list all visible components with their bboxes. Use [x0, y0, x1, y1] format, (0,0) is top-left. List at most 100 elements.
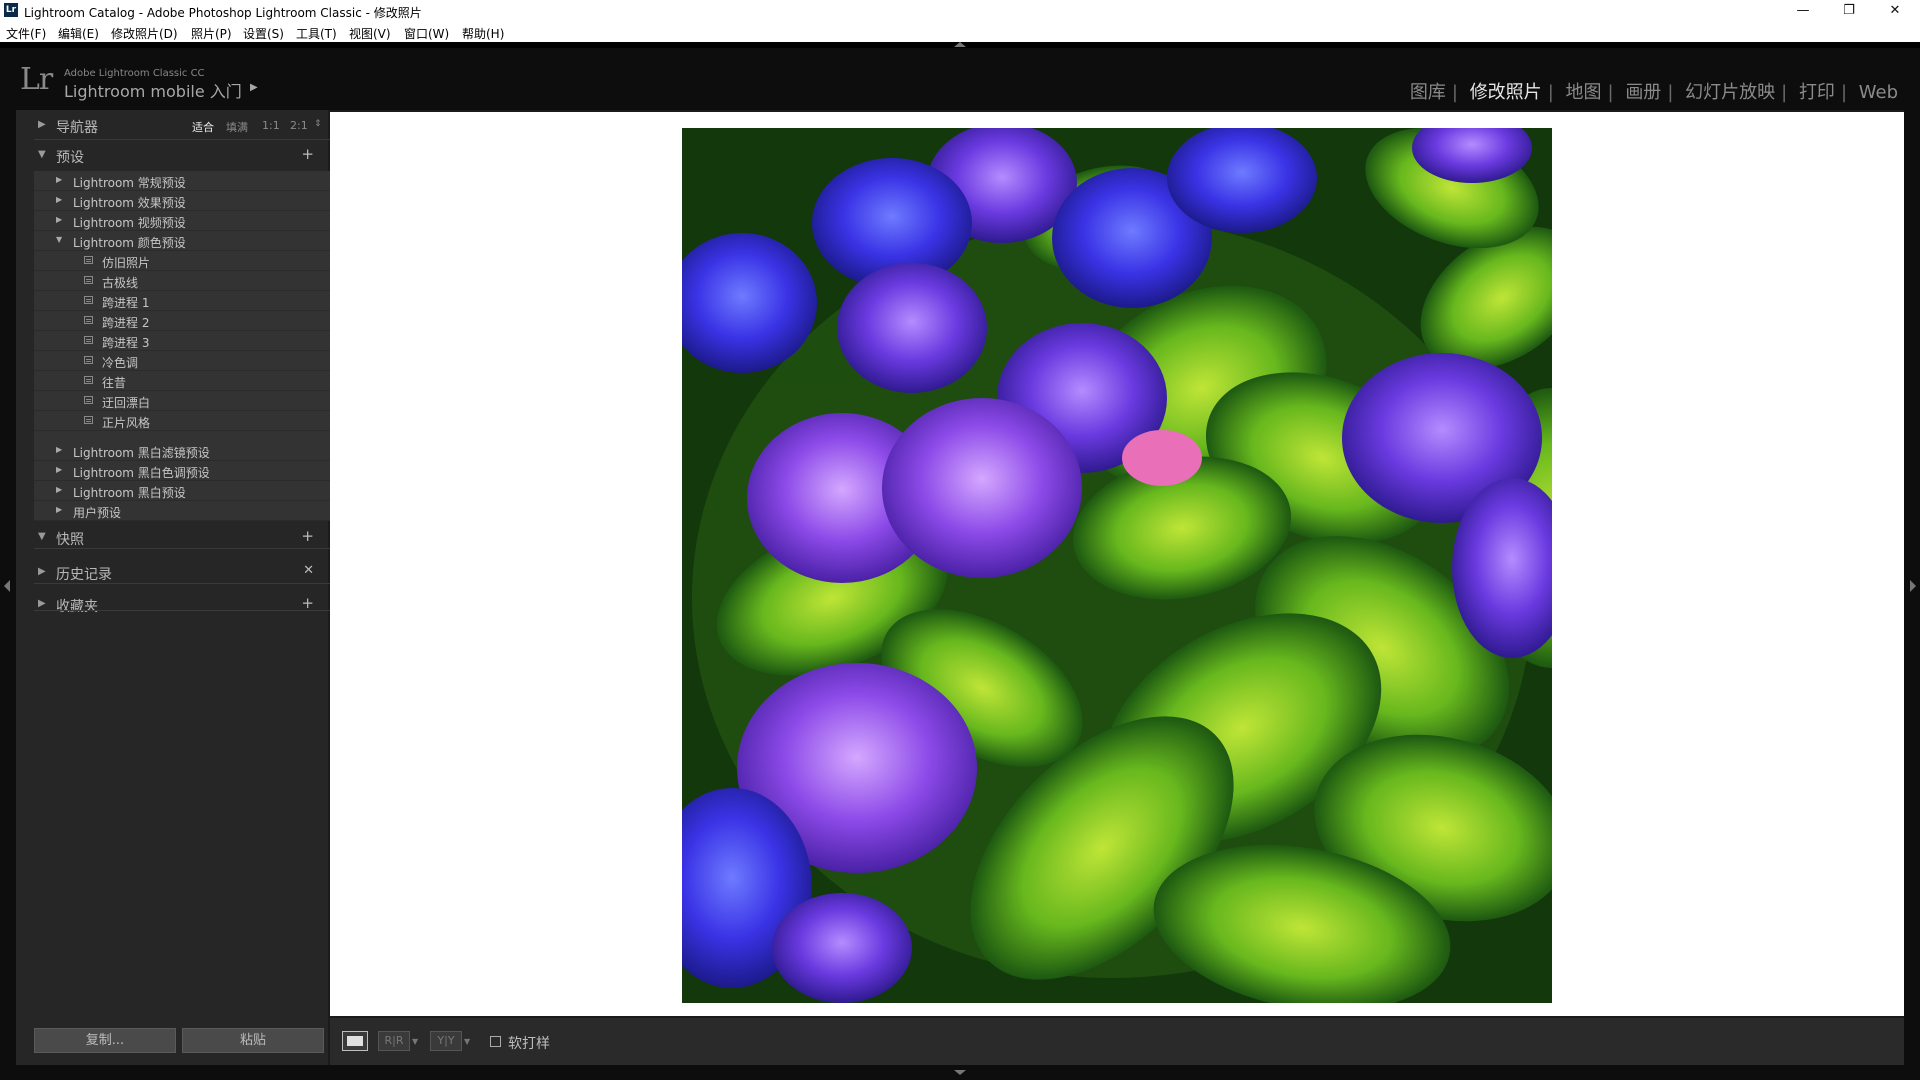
- module-web[interactable]: Web: [1859, 82, 1898, 103]
- lightroom-mobile-link[interactable]: Lightroom mobile 入门: [64, 78, 242, 102]
- collapse-icon: ▼: [38, 149, 46, 160]
- left-panel-toggle[interactable]: [0, 110, 16, 1065]
- image-canvas[interactable]: [330, 112, 1904, 1016]
- preset-group-label: Lightroom 效果预设: [73, 196, 186, 210]
- preset-icon: [84, 416, 93, 424]
- module-print[interactable]: 打印: [1799, 82, 1835, 103]
- navigator-title: 导航器: [56, 120, 98, 136]
- zoom-fill[interactable]: 填满: [226, 119, 248, 135]
- divider: [34, 139, 330, 140]
- divider: [34, 610, 330, 611]
- module-develop[interactable]: 修改照片: [1470, 82, 1542, 103]
- menu-file[interactable]: 文件(F): [6, 25, 46, 42]
- collections-title: 收藏夹: [56, 599, 98, 615]
- preset-item[interactable]: 古极线: [34, 271, 330, 291]
- right-panel-toggle[interactable]: [1904, 110, 1920, 1065]
- expand-icon: ▶: [56, 175, 63, 184]
- divider: [34, 548, 330, 549]
- preset-label: 往昔: [102, 376, 127, 390]
- collapse-icon: ▼: [56, 235, 63, 244]
- presets-header[interactable]: ▼ 预设 +: [16, 141, 328, 169]
- expand-icon: ▶: [56, 195, 63, 204]
- menu-develop[interactable]: 修改照片(D): [111, 25, 178, 42]
- soft-proof-checkbox[interactable]: [490, 1036, 501, 1047]
- menu-tools[interactable]: 工具(T): [296, 25, 337, 42]
- preset-group-label: Lightroom 黑白滤镜预设: [73, 446, 210, 460]
- lightroom-logo: Lr: [20, 62, 53, 97]
- expand-icon: ▶: [38, 566, 46, 577]
- filmstrip-toggle[interactable]: [0, 1065, 1920, 1080]
- copy-button[interactable]: 复制...: [34, 1028, 176, 1053]
- menu-photo[interactable]: 照片(P): [191, 25, 232, 42]
- preset-item[interactable]: 跨进程 2: [34, 311, 330, 331]
- preset-item[interactable]: 冷色调: [34, 351, 330, 371]
- hydrangea-photo[interactable]: [682, 128, 1552, 1003]
- preset-item[interactable]: 往昔: [34, 371, 330, 391]
- minimize-icon[interactable]: —: [1780, 0, 1826, 22]
- navigator-header[interactable]: ▶ 导航器 适合 填满 1:1 2:1 ⇕: [16, 111, 328, 139]
- preset-group[interactable]: ▶ Lightroom 黑白预设: [34, 481, 330, 501]
- menu-view[interactable]: 视图(V): [349, 25, 391, 42]
- preset-item[interactable]: 仿旧照片: [34, 251, 330, 271]
- preset-item[interactable]: 迂回漂白: [34, 391, 330, 411]
- before-after-view-button[interactable]: R|R: [378, 1031, 410, 1051]
- close-icon[interactable]: ✕: [1872, 0, 1918, 22]
- preset-group-label: Lightroom 视频预设: [73, 216, 186, 230]
- preset-group[interactable]: ▶ Lightroom 常规预设: [34, 171, 330, 191]
- expand-icon: ▶: [38, 598, 46, 609]
- menu-settings[interactable]: 设置(S): [243, 25, 284, 42]
- zoom-1-1[interactable]: 1:1: [262, 119, 280, 132]
- preset-group-expanded[interactable]: ▼ Lightroom 颜色预设: [34, 231, 330, 251]
- module-book[interactable]: 画册: [1625, 82, 1661, 103]
- module-slideshow[interactable]: 幻灯片放映: [1685, 82, 1775, 103]
- preset-group[interactable]: ▶ Lightroom 黑白滤镜预设: [34, 441, 330, 461]
- add-snapshot-icon[interactable]: +: [301, 527, 314, 545]
- module-library[interactable]: 图库: [1410, 82, 1446, 103]
- lightroom-app-icon: Lr: [4, 3, 18, 17]
- preset-list-continued: ▶ Lightroom 黑白滤镜预设 ▶ Lightroom 黑白色调预设 ▶ Lig…: [34, 441, 330, 521]
- add-preset-icon[interactable]: +: [301, 145, 314, 163]
- lightroom-window: Lr Lightroom Catalog - Adobe Photoshop L…: [0, 0, 1920, 1080]
- expand-icon: ▶: [56, 485, 63, 494]
- menu-edit[interactable]: 编辑(E): [58, 25, 99, 42]
- preset-label: 仿旧照片: [102, 256, 151, 270]
- clear-history-icon[interactable]: ✕: [303, 563, 314, 578]
- preset-label: 跨进程 1: [102, 296, 150, 310]
- module-separator: |: [1451, 82, 1458, 103]
- preset-label: 跨进程 3: [102, 336, 150, 350]
- preset-label: 正片风格: [102, 416, 151, 430]
- preset-group-label: Lightroom 颜色预设: [73, 236, 186, 250]
- zoom-2-1[interactable]: 2:1: [290, 119, 308, 132]
- chevron-down-icon[interactable]: ▼: [464, 1037, 470, 1046]
- chevron-down-icon[interactable]: ▼: [412, 1037, 418, 1046]
- module-picker: 图库 | 修改照片 | 地图 | 画册 | 幻灯片放映 | 打印 | Web: [1404, 78, 1904, 104]
- loupe-view-icon[interactable]: [342, 1031, 368, 1051]
- restore-icon[interactable]: ❐: [1826, 0, 1872, 22]
- preset-group[interactable]: ▶ 用户预设: [34, 501, 330, 521]
- expand-icon: ▶: [56, 505, 63, 514]
- module-separator: |: [1547, 82, 1554, 103]
- preset-item[interactable]: 正片风格: [34, 411, 330, 431]
- module-map[interactable]: 地图: [1566, 82, 1602, 103]
- preset-icon: [84, 396, 93, 404]
- preset-group[interactable]: ▶ Lightroom 视频预设: [34, 211, 330, 231]
- before-after-swap-button[interactable]: Y|Y: [430, 1031, 462, 1051]
- preset-group[interactable]: ▶ Lightroom 效果预设: [34, 191, 330, 211]
- play-icon[interactable]: ▶: [250, 82, 258, 93]
- zoom-menu-icon[interactable]: ⇕: [314, 119, 322, 129]
- preset-icon: [84, 256, 93, 264]
- history-header[interactable]: ▶ 历史记录 ✕: [16, 558, 328, 586]
- zoom-fit[interactable]: 适合: [192, 119, 214, 135]
- menu-help[interactable]: 帮助(H): [462, 25, 504, 42]
- preset-item[interactable]: 跨进程 1: [34, 291, 330, 311]
- collections-header[interactable]: ▶ 收藏夹 +: [16, 590, 328, 618]
- left-panel: ▶ 导航器 适合 填满 1:1 2:1 ⇕ ▼ 预设 + ▶ Lightroom …: [16, 110, 330, 1065]
- preset-item[interactable]: 跨进程 3: [34, 331, 330, 351]
- preset-group[interactable]: ▶ Lightroom 黑白色调预设: [34, 461, 330, 481]
- snapshots-header[interactable]: ▼ 快照 +: [16, 523, 328, 551]
- module-separator: |: [1607, 82, 1614, 103]
- expand-icon: ▶: [38, 119, 46, 130]
- menu-bar: 文件(F) 编辑(E) 修改照片(D) 照片(P) 设置(S) 工具(T) 视图…: [0, 22, 1920, 43]
- menu-window[interactable]: 窗口(W): [404, 25, 449, 42]
- paste-button[interactable]: 粘贴: [182, 1028, 324, 1053]
